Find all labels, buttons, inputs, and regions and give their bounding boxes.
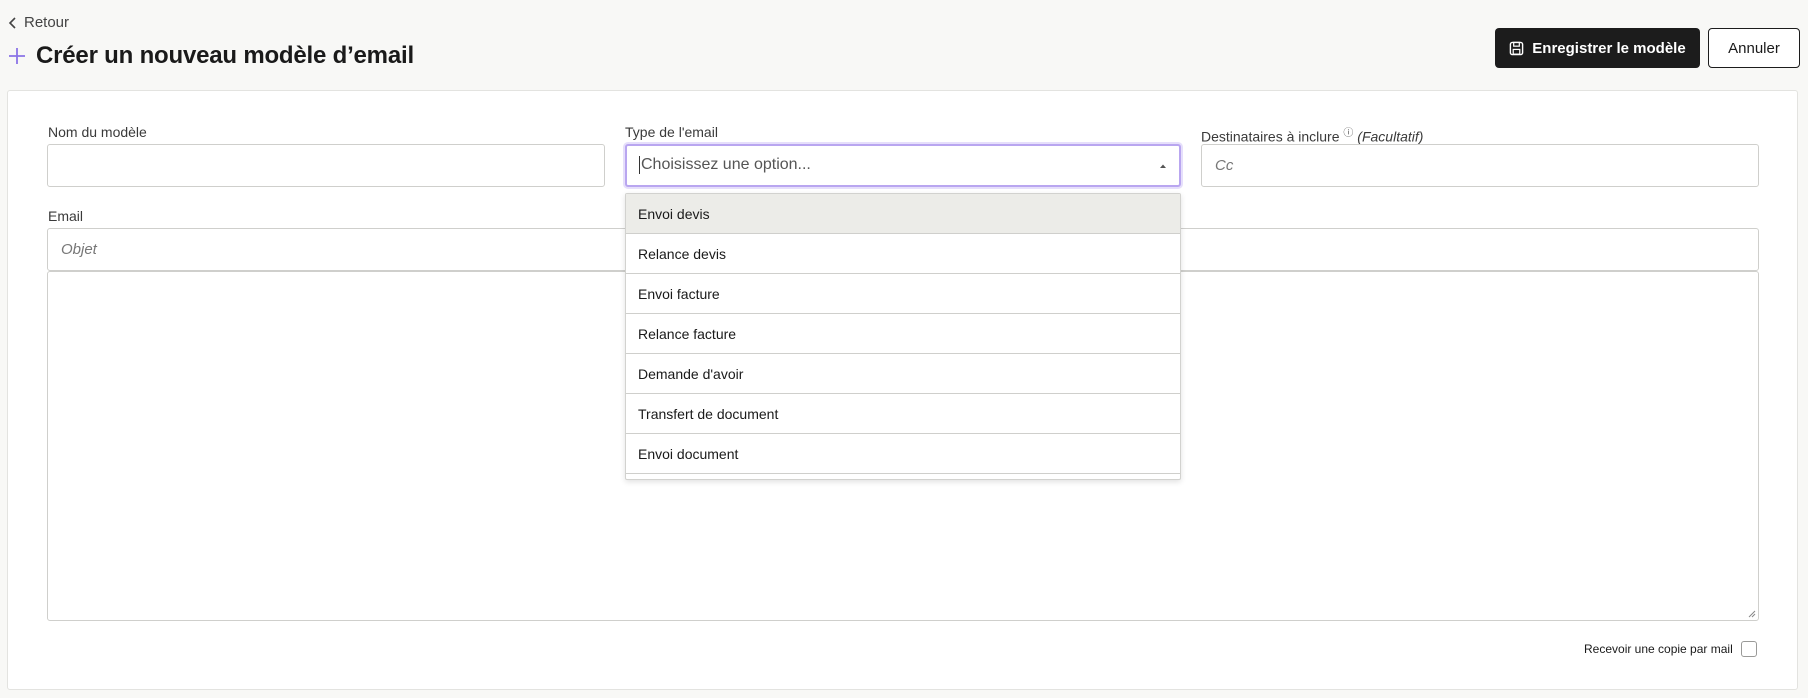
option-relance-facture[interactable]: Relance facture (626, 314, 1180, 354)
page-header: Créer un nouveau modèle d’email (8, 42, 414, 70)
option-transfert-document[interactable]: Transfert de document (626, 394, 1180, 434)
email-label: Email (48, 208, 84, 224)
copy-by-mail-label: Recevoir une copie par mail (1584, 642, 1733, 656)
template-name-label: Nom du modèle (48, 124, 147, 140)
cc-placeholder: Cc (1215, 157, 1234, 174)
option-envoi-devis[interactable]: Envoi devis (626, 194, 1180, 234)
recipients-label: Destinataires à inclure (1201, 128, 1340, 145)
optional-label: (Facultatif) (1357, 128, 1424, 145)
caret-up-icon (1160, 164, 1166, 168)
option-envoi-facture[interactable]: Envoi facture (626, 274, 1180, 314)
option-relance-devis[interactable]: Relance devis (626, 234, 1180, 274)
email-type-dropdown: Envoi devis Relance devis Envoi facture … (625, 193, 1181, 480)
save-label: Enregistrer le modèle (1532, 39, 1686, 57)
template-name-input[interactable] (47, 144, 605, 187)
recipients-cc-input[interactable]: Cc (1201, 144, 1759, 187)
text-cursor (639, 156, 640, 175)
copy-by-mail-row: Recevoir une copie par mail (1584, 641, 1757, 657)
copy-by-mail-checkbox[interactable] (1740, 641, 1757, 657)
page-title: Créer un nouveau modèle d’email (36, 42, 414, 69)
email-type-select[interactable]: Choisissez une option... (625, 144, 1181, 187)
option-envoi-document[interactable]: Envoi document (626, 434, 1180, 474)
info-icon: ⓘ (1343, 128, 1354, 139)
save-template-button[interactable]: Enregistrer le modèle (1495, 28, 1700, 68)
cancel-button[interactable]: Annuler (1708, 28, 1800, 68)
back-link[interactable]: Retour (8, 14, 69, 31)
email-type-placeholder: Choisissez une option... (641, 156, 811, 174)
back-label: Retour (24, 14, 70, 31)
option-demande-avoir[interactable]: Demande d'avoir (626, 354, 1180, 394)
save-icon (1510, 41, 1524, 55)
subject-placeholder: Objet (61, 241, 97, 258)
cancel-label: Annuler (1728, 39, 1780, 57)
resize-grip-icon[interactable] (1746, 608, 1756, 618)
plus-icon (9, 48, 25, 64)
email-type-label: Type de l'email (625, 124, 718, 140)
chevron-left-icon (8, 16, 16, 29)
recipients-label-row: Destinataires à inclure ⓘ (Facultatif) (1201, 124, 1423, 145)
